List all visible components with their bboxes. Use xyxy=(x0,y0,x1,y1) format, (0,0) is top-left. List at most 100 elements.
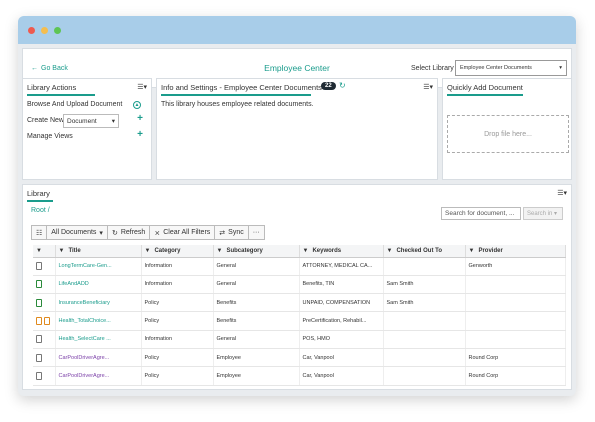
icon-column-header[interactable]: ▼ xyxy=(33,245,56,258)
keywords-cell: POS, HMO xyxy=(299,330,384,349)
column-header-provider[interactable]: ▼ Provider xyxy=(465,245,566,258)
category-cell: Information xyxy=(141,257,214,276)
column-header-subcategory[interactable]: ▼ Subcategory xyxy=(213,245,300,258)
column-header-checked-out[interactable]: ▼ Checked Out To xyxy=(383,245,466,258)
filter-icon[interactable]: ▼ xyxy=(469,248,475,254)
refresh-icon: ↻ xyxy=(111,229,118,237)
table-row[interactable]: CarPoolDriverAgre... Policy Employee Car, V… xyxy=(33,366,566,386)
refresh-button[interactable]: ↻ Refresh xyxy=(108,226,151,239)
close-window-dot[interactable] xyxy=(28,26,35,34)
panel-underline xyxy=(447,94,523,96)
document-icon xyxy=(44,317,50,326)
app-window: ← Go Back Employee Center Select Library… xyxy=(18,16,576,396)
view-select-dropdown[interactable]: All Documents ▾ xyxy=(47,226,108,239)
category-cell: Policy xyxy=(141,311,214,331)
document-search-input[interactable]: Search for document, ... xyxy=(441,207,521,220)
row-icon-cell xyxy=(33,275,56,295)
filter-icon[interactable]: ▼ xyxy=(303,248,309,254)
table-row[interactable]: Health_TotalChoice... Policy Benefits PreCe… xyxy=(33,311,566,331)
create-new-plus-icon[interactable]: + xyxy=(137,113,143,124)
quick-add-panel: Quickly Add Document Drop file here... xyxy=(442,78,572,180)
maximize-window-dot[interactable] xyxy=(54,26,61,34)
window-titlebar xyxy=(18,16,576,44)
info-settings-title: Info and Settings - Employee Center Docu… xyxy=(161,83,322,92)
library-panel: Library ☰▾ Root / Search for document, .… xyxy=(22,184,572,390)
document-title-link[interactable]: CarPoolDriverAgre... xyxy=(55,348,142,368)
checked-out-cell xyxy=(383,257,466,276)
document-title-link[interactable]: InsuranceBeneficiary xyxy=(55,293,142,313)
checked-out-cell xyxy=(383,330,466,349)
more-button[interactable]: ··· xyxy=(249,226,264,239)
provider-cell: Round Corp xyxy=(465,366,566,386)
document-title-link[interactable]: Health_SelectCare ... xyxy=(55,330,142,349)
upload-icon[interactable]: ▲ xyxy=(133,101,141,109)
filter-icon[interactable]: ▼ xyxy=(59,248,65,254)
panel-menu-icon[interactable]: ☰▾ xyxy=(137,83,147,91)
library-description: This library houses employee related doc… xyxy=(161,101,314,108)
funnel-clear-icon: ⨯ xyxy=(154,229,161,237)
checked-out-cell xyxy=(383,348,466,368)
column-header-keywords[interactable]: ▼ Keywords xyxy=(299,245,384,258)
row-icon-cell xyxy=(33,366,56,386)
provider-cell: Round Corp xyxy=(465,348,566,368)
view-toggle-button[interactable]: ☷ xyxy=(32,226,48,239)
panel-menu-icon[interactable]: ☰▾ xyxy=(557,189,567,197)
dropzone-label: Drop file here... xyxy=(484,130,532,138)
row-icon-cell xyxy=(33,348,56,368)
column-label: Provider xyxy=(478,247,503,254)
column-header-title[interactable]: ▼ Title xyxy=(55,245,142,258)
filter-icon[interactable]: ▼ xyxy=(217,248,223,254)
subcategory-cell: Benefits xyxy=(213,311,300,331)
provider-cell: Genworth xyxy=(465,257,566,276)
manage-views-row[interactable]: Manage Views xyxy=(27,133,149,140)
filter-icon[interactable]: ▼ xyxy=(145,248,151,254)
view-select-label: All Documents xyxy=(51,229,97,236)
table-row[interactable]: Health_SelectCare ... Information General P… xyxy=(33,330,566,349)
select-library-dropdown[interactable]: Employee Center Documents ▾ xyxy=(455,60,567,76)
provider-cell xyxy=(465,330,566,349)
sync-label: Sync xyxy=(228,229,244,236)
browse-upload-row[interactable]: Browse And Upload Document ▲ xyxy=(27,101,149,109)
manage-views-plus-icon[interactable]: + xyxy=(137,129,143,140)
minimize-window-dot[interactable] xyxy=(41,26,48,34)
table-row[interactable]: CarPoolDriverAgre... Policy Employee Car, V… xyxy=(33,348,566,368)
sync-button[interactable]: ⇄ Sync xyxy=(215,226,249,239)
table-row[interactable]: LifeAndADD Information General Benefits, TI… xyxy=(33,275,566,295)
document-icon xyxy=(36,335,42,344)
subcategory-cell: General xyxy=(213,330,300,349)
search-in-button[interactable]: Search in ▾ xyxy=(523,207,563,220)
category-cell: Policy xyxy=(141,366,214,386)
table-row[interactable]: InsuranceBeneficiary Policy Benefits UNPAID… xyxy=(33,293,566,313)
table-row[interactable]: LongTermCare-Gen... Information General ATT… xyxy=(33,257,566,276)
document-title-link[interactable]: LongTermCare-Gen... xyxy=(55,257,142,276)
document-title-link[interactable]: Health_TotalChoice... xyxy=(55,311,142,331)
list-view-icon: ☷ xyxy=(36,229,43,237)
document-icon xyxy=(36,280,42,289)
provider-cell xyxy=(465,311,566,331)
category-cell: Information xyxy=(141,330,214,349)
chevron-down-icon: ▾ xyxy=(111,118,115,125)
clear-filters-label: Clear All Filters xyxy=(163,229,211,236)
panel-menu-icon[interactable]: ☰▾ xyxy=(423,83,433,91)
library-actions-title: Library Actions xyxy=(27,83,77,92)
column-header-category[interactable]: ▼ Category xyxy=(141,245,214,258)
file-dropzone[interactable]: Drop file here... xyxy=(447,115,569,153)
filter-icon[interactable]: ▼ xyxy=(36,248,42,254)
checked-out-cell: Sam Smith xyxy=(383,293,466,313)
provider-cell xyxy=(465,275,566,295)
document-title-link[interactable]: LifeAndADD xyxy=(55,275,142,295)
clear-filters-button[interactable]: ⨯ Clear All Filters xyxy=(150,226,216,239)
create-new-type-select[interactable]: Document ▾ xyxy=(63,114,119,128)
column-label: Title xyxy=(68,247,81,254)
filter-icon[interactable]: ▼ xyxy=(387,248,393,254)
refresh-icon[interactable]: ↻ xyxy=(339,81,346,90)
documents-table: ▼ ▼ Title ▼ Category ▼ Subcategory ▼ Keyword… xyxy=(33,245,566,386)
select-library-value: Employee Center Documents xyxy=(460,65,532,71)
document-icon xyxy=(36,353,42,362)
breadcrumb[interactable]: Root / xyxy=(31,207,50,214)
category-cell: Policy xyxy=(141,348,214,368)
document-title-link[interactable]: CarPoolDriverAgre... xyxy=(55,366,142,386)
document-icon xyxy=(36,298,42,307)
checked-out-cell xyxy=(383,311,466,331)
subcategory-cell: Employee xyxy=(213,348,300,368)
